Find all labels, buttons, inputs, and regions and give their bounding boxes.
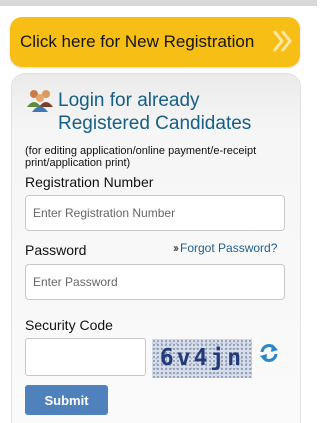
login-title: Login for already Registered Candidates	[58, 90, 252, 134]
login-note: (for editing application/online payment/…	[25, 145, 257, 169]
refresh-icon[interactable]	[258, 342, 280, 364]
top-strip	[0, 0, 317, 6]
password-input[interactable]	[25, 264, 285, 300]
password-label: Password	[25, 242, 87, 258]
captcha-text: 6v4jn	[159, 345, 245, 371]
captcha-image: 6v4jn	[152, 339, 252, 378]
users-icon	[27, 90, 53, 112]
security-code-input[interactable]	[25, 338, 146, 376]
double-chevron-right-icon	[272, 30, 292, 52]
new-registration-button[interactable]: Click here for New Registration	[10, 17, 300, 67]
forgot-password-link[interactable]: ›› Forgot Password?	[173, 241, 277, 255]
new-registration-label: Click here for New Registration	[20, 32, 255, 51]
submit-button[interactable]: Submit	[25, 385, 108, 415]
registration-number-input[interactable]	[25, 195, 285, 231]
double-chevron-right-icon: ››	[173, 241, 179, 255]
forgot-password-text: Forgot Password?	[180, 241, 278, 255]
security-code-label: Security Code	[25, 317, 113, 333]
registration-number-label: Registration Number	[25, 174, 154, 190]
